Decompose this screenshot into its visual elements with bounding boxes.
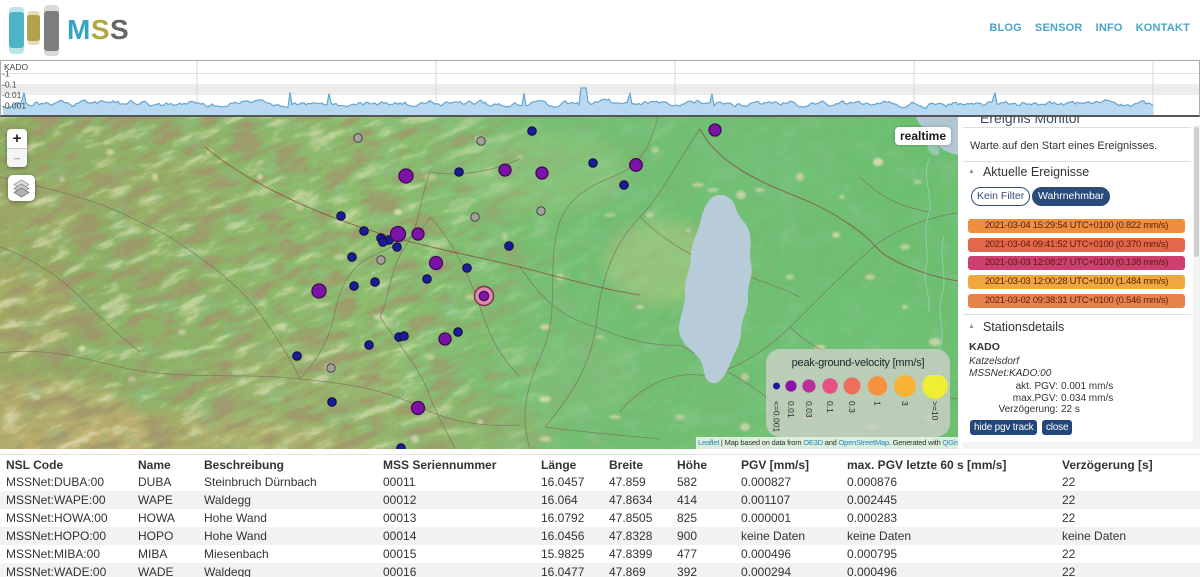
svg-text:>=10: >=10 xyxy=(930,401,940,421)
svg-text:-0.001: -0.001 xyxy=(2,101,26,111)
svg-text:0.03: 0.03 xyxy=(804,401,814,418)
svg-text:0.1: 0.1 xyxy=(825,401,835,413)
svg-text:-0.1: -0.1 xyxy=(2,80,17,90)
svg-text:0.01: 0.01 xyxy=(786,401,796,418)
svg-text:-1: -1 xyxy=(2,69,10,79)
svg-text:<=0.001: <=0.001 xyxy=(772,401,782,432)
svg-text:0.3: 0.3 xyxy=(847,401,857,413)
svg-text:3: 3 xyxy=(900,401,910,406)
svg-text:1: 1 xyxy=(873,401,883,406)
svg-text:-0.01: -0.01 xyxy=(2,90,22,100)
